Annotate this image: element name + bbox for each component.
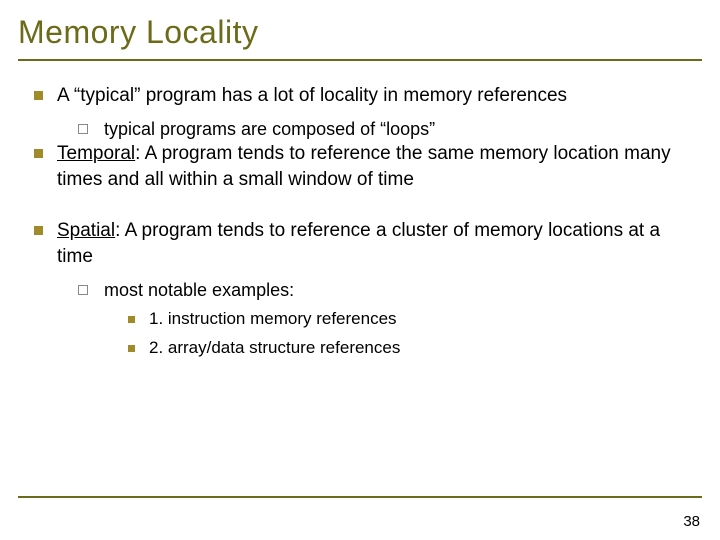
bullet-text: most notable examples: (104, 278, 294, 302)
term-spatial-rest: : A program tends to reference a cluster… (57, 220, 660, 267)
slide-title: Memory Locality (0, 0, 720, 55)
bullet-text: 1. instruction memory references (149, 308, 397, 331)
slide: Memory Locality A “typical” program has … (0, 0, 720, 540)
bullet-typical-program: A “typical” program has a lot of localit… (34, 83, 686, 109)
bullet-text: 2. array/data structure references (149, 337, 400, 360)
bullet-text: A “typical” program has a lot of localit… (57, 83, 567, 109)
sub-bullet-loops: typical programs are composed of “loops” (78, 117, 686, 141)
square-bullet-icon (34, 91, 43, 100)
square-bullet-icon (128, 316, 135, 323)
square-bullet-icon (34, 149, 43, 158)
term-spatial: Spatial (57, 220, 115, 241)
bullet-temporal: Temporal: A program tends to reference t… (34, 141, 686, 192)
example-instruction-refs: 1. instruction memory references (128, 308, 686, 331)
term-temporal-rest: : A program tends to reference the same … (57, 143, 671, 190)
example-array-refs: 2. array/data structure references (128, 337, 686, 360)
sub-bullet-examples: most notable examples: (78, 278, 686, 302)
slide-content: A “typical” program has a lot of localit… (0, 61, 720, 360)
square-bullet-icon (34, 226, 43, 235)
square-outline-icon (78, 285, 88, 295)
bullet-spatial: Spatial: A program tends to reference a … (34, 218, 686, 269)
term-temporal: Temporal (57, 143, 135, 164)
bullet-text: Temporal: A program tends to reference t… (57, 141, 686, 192)
page-number: 38 (683, 513, 700, 530)
bullet-text: Spatial: A program tends to reference a … (57, 218, 686, 269)
square-outline-icon (78, 124, 88, 134)
bullet-text: typical programs are composed of “loops” (104, 117, 435, 141)
square-bullet-icon (128, 345, 135, 352)
footer-rule (18, 496, 702, 498)
